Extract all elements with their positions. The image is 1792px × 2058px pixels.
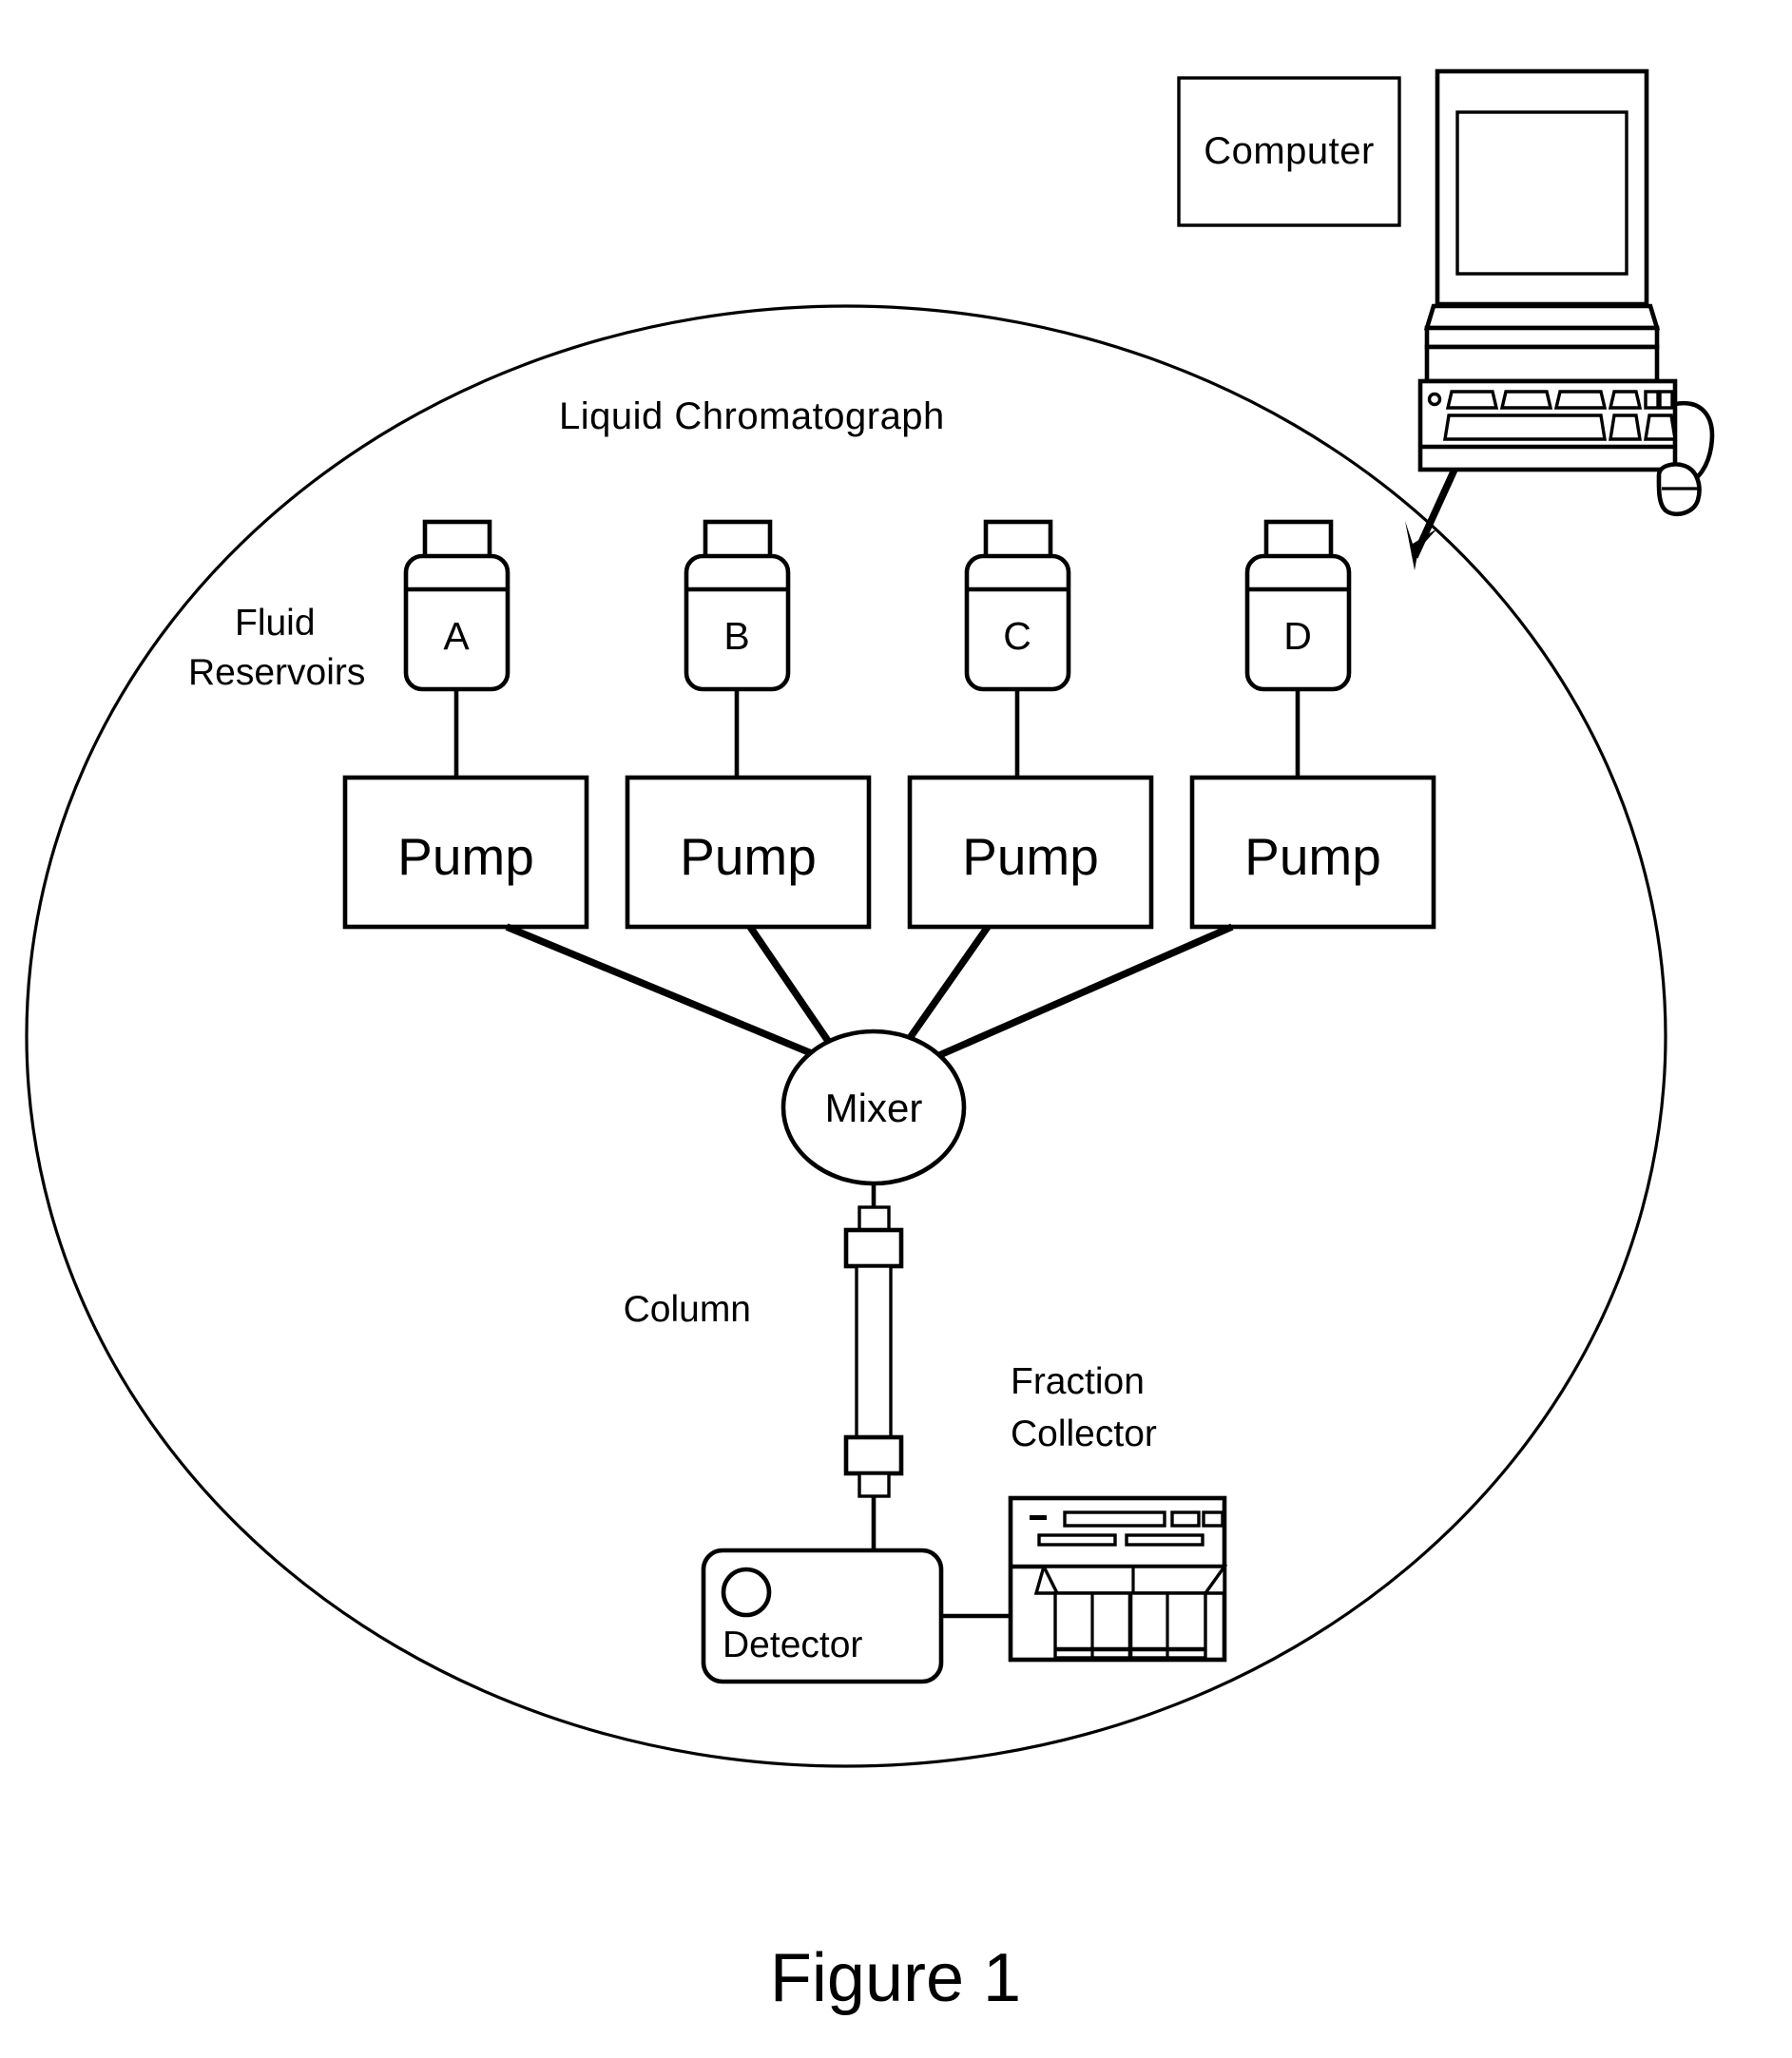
pump-b[interactable]: Pump: [625, 775, 872, 930]
mixer[interactable]: Mixer: [780, 1029, 967, 1186]
collector-slot-right: [1125, 1533, 1204, 1547]
column-assembly[interactable]: Column: [624, 1183, 904, 1551]
bottle-label-c: C: [1003, 614, 1031, 658]
collector-display-bar: [1063, 1510, 1166, 1528]
keyboard-key: [1608, 390, 1643, 410]
pump-a-label: Pump: [397, 827, 534, 886]
flow-line-pump-a: [505, 923, 834, 1066]
computer-label-group: Computer: [1177, 76, 1401, 227]
keyboard-led-icon: [1427, 392, 1442, 407]
fraction-collector-label: Fraction Collector: [1011, 1361, 1157, 1454]
fraction-collector[interactable]: [1008, 1495, 1228, 1663]
collector-indicator-dash: [1030, 1515, 1047, 1520]
pump-d-label: Pump: [1244, 827, 1381, 886]
keyboard-key: [1658, 390, 1674, 410]
fraction-collector-line2: Collector: [1011, 1414, 1157, 1454]
reservoir-bottle-d[interactable]: D: [1244, 519, 1352, 778]
pump-a[interactable]: Pump: [342, 775, 589, 930]
monitor-screen: [1455, 110, 1628, 276]
keyboard-spacebar: [1443, 414, 1607, 441]
figure-caption: Figure 1: [770, 1940, 1021, 2016]
column-bottom-fitting: [843, 1434, 904, 1476]
column-top-fitting: [843, 1227, 904, 1269]
figure-1-diagram: Computer Liquid Chromatograph Fluid Rese…: [25, 68, 1715, 2016]
keyboard-key: [1609, 414, 1642, 441]
bottle-label-a: A: [443, 614, 470, 658]
fluid-reservoirs-label: Fluid Reservoirs: [188, 603, 365, 693]
patent-figure-page: Computer Liquid Chromatograph Fluid Rese…: [0, 0, 1792, 2058]
keyboard-key: [1644, 390, 1660, 410]
bottle-label-b: B: [723, 614, 749, 658]
pump-c[interactable]: Pump: [907, 775, 1154, 930]
column-label: Column: [624, 1289, 751, 1330]
column-top-ferrule: [857, 1205, 891, 1232]
column-bottom-ferrule: [857, 1471, 891, 1498]
fraction-collector-line1: Fraction: [1011, 1361, 1145, 1402]
computer-workstation-icon: [1417, 68, 1715, 517]
keyboard-key: [1644, 414, 1677, 441]
fluid-reservoirs-line1: Fluid: [235, 603, 316, 644]
monitor-base-lower: [1424, 344, 1660, 384]
pump-b-label: Pump: [680, 827, 817, 886]
bottle-label-d: D: [1283, 614, 1312, 658]
arrow-head: [1405, 521, 1437, 570]
keyboard-key: [1553, 390, 1608, 410]
computer-label-text: Computer: [1204, 130, 1375, 172]
keyboard-key: [1499, 390, 1553, 410]
monitor-base-top: [1423, 303, 1661, 331]
flow-line-pump-d: [912, 923, 1234, 1070]
pump-d[interactable]: Pump: [1189, 775, 1436, 930]
fluid-reservoirs-line2: Reservoirs: [188, 652, 365, 693]
keyboard-key: [1445, 390, 1499, 410]
detector[interactable]: Detector: [701, 1548, 944, 1684]
collector-button-2[interactable]: [1202, 1510, 1224, 1528]
mixer-label: Mixer: [825, 1086, 923, 1130]
system-title: Liquid Chromatograph: [559, 395, 945, 437]
pump-c-label: Pump: [962, 827, 1099, 886]
reservoir-bottle-c[interactable]: C: [964, 519, 1071, 778]
column-tube: [855, 1264, 893, 1439]
reservoir-bottle-a[interactable]: A: [403, 519, 511, 778]
collector-slot-left: [1037, 1533, 1117, 1547]
arrow-down-left-icon: [1405, 468, 1458, 570]
collector-button-1[interactable]: [1170, 1510, 1201, 1528]
reservoir-bottle-b[interactable]: B: [684, 519, 791, 778]
detector-cell-icon: [721, 1567, 772, 1618]
detector-label: Detector: [723, 1625, 862, 1665]
monitor-base-mid: [1424, 325, 1660, 350]
